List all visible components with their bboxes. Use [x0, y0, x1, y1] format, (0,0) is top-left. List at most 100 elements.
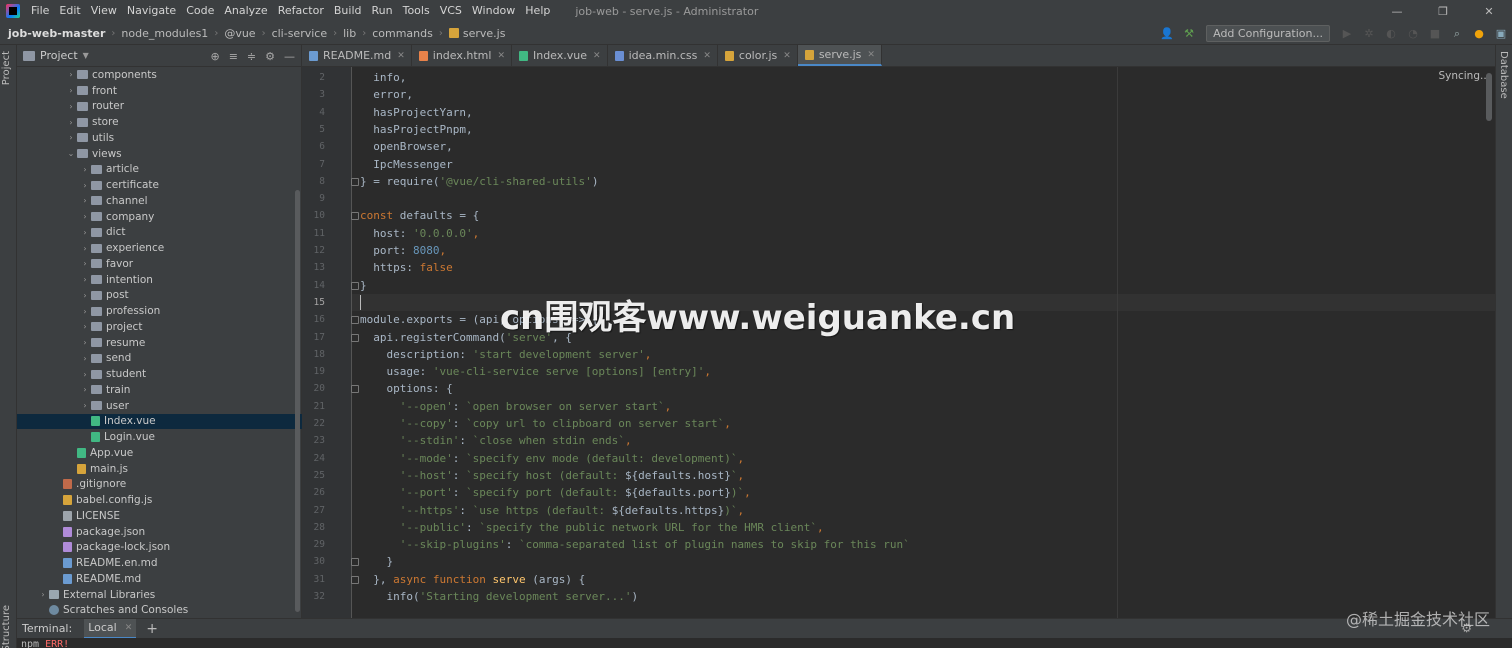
tree-file-item[interactable]: App.vue — [17, 445, 302, 461]
fold-marker-icon[interactable] — [351, 558, 359, 567]
editor-scrollbar[interactable] — [1486, 73, 1492, 121]
breadcrumb-item[interactable]: cli-service — [268, 27, 332, 40]
minimize-button[interactable]: — — [1374, 0, 1420, 22]
fold-marker-icon[interactable] — [351, 212, 359, 221]
terminal-output[interactable]: npm ERR! — [17, 638, 1512, 648]
tree-file-item[interactable]: package-lock.json — [17, 540, 302, 556]
collapse-all-icon[interactable]: ≑ — [247, 50, 256, 63]
chevron-right-icon[interactable]: › — [65, 86, 77, 95]
chevron-right-icon[interactable]: › — [79, 165, 91, 174]
chevron-right-icon[interactable]: › — [79, 212, 91, 221]
tree-folder-item[interactable]: › channel — [17, 193, 302, 209]
tree-folder-item[interactable]: › front — [17, 83, 302, 99]
editor-tab[interactable]: index.html ✕ — [412, 45, 512, 66]
menu-file[interactable]: File — [26, 0, 54, 22]
code-area[interactable]: 2 3 4 5 6 7 8 9 10 11 12 13 14 15 16 17 18 19 20 21 22 23 24 25… — [302, 67, 1495, 618]
update-icon[interactable]: ● — [1470, 25, 1488, 43]
tree-file-item[interactable]: LICENSE — [17, 508, 302, 524]
chevron-right-icon[interactable]: › — [79, 275, 91, 284]
menu-help[interactable]: Help — [520, 0, 555, 22]
tree-file-item[interactable]: package.json — [17, 524, 302, 540]
chevron-right-icon[interactable]: › — [79, 259, 91, 268]
tree-folder-item[interactable]: › store — [17, 114, 302, 130]
hide-icon[interactable]: — — [284, 50, 295, 63]
chevron-right-icon[interactable]: › — [79, 322, 91, 331]
code-lines[interactable]: info, error, hasProjectYarn, hasProjectP… — [360, 67, 1460, 618]
chevron-right-icon[interactable]: › — [65, 70, 77, 79]
fold-marker-icon[interactable] — [351, 333, 359, 342]
chevron-down-icon[interactable]: ▼ — [83, 51, 89, 60]
chevron-right-icon[interactable]: › — [65, 118, 77, 127]
terminal-tab-local[interactable]: Local ✕ — [84, 618, 137, 639]
chevron-down-icon[interactable]: ⌄ — [65, 149, 77, 158]
close-icon[interactable]: ✕ — [497, 51, 505, 61]
breadcrumb-item[interactable]: lib — [339, 27, 360, 40]
build-hammer-icon[interactable]: ⚒ — [1180, 25, 1198, 43]
tree-folder-item[interactable]: › user — [17, 398, 302, 414]
chevron-right-icon[interactable]: › — [65, 133, 77, 142]
editor-tab[interactable]: idea.min.css ✕ — [608, 45, 718, 66]
ide-logo-icon[interactable]: ▣ — [1492, 25, 1510, 43]
chevron-right-icon[interactable]: › — [79, 228, 91, 237]
menu-build[interactable]: Build — [329, 0, 367, 22]
run-icon[interactable]: ▶ — [1338, 25, 1356, 43]
menu-code[interactable]: Code — [181, 0, 219, 22]
tree-folder-item[interactable]: ⌄ views — [17, 146, 302, 162]
breadcrumb-item[interactable]: node_modules1 — [117, 27, 212, 40]
close-icon[interactable]: ✕ — [703, 51, 711, 61]
tree-file-item[interactable]: README.md — [17, 571, 302, 587]
chevron-right-icon[interactable]: › — [65, 102, 77, 111]
tree-folder-item[interactable]: › intention — [17, 272, 302, 288]
maximize-button[interactable]: ❐ — [1420, 0, 1466, 22]
close-window-button[interactable]: ✕ — [1466, 0, 1512, 22]
tree-folder-item[interactable]: › post — [17, 288, 302, 304]
editor-tab[interactable]: serve.js ✕ — [797, 45, 882, 66]
tree-folder-item[interactable]: › certificate — [17, 177, 302, 193]
menu-view[interactable]: View — [86, 0, 122, 22]
breadcrumb-item[interactable]: serve.js — [445, 27, 510, 40]
tree-file-item[interactable]: babel.config.js — [17, 492, 302, 508]
tree-folder-item[interactable]: › company — [17, 209, 302, 225]
menu-navigate[interactable]: Navigate — [122, 0, 181, 22]
breadcrumb-item[interactable]: @vue — [220, 27, 259, 40]
tree-folder-item[interactable]: › train — [17, 382, 302, 398]
menu-edit[interactable]: Edit — [54, 0, 85, 22]
tree-folder-item[interactable]: › send — [17, 351, 302, 367]
tree-file-item[interactable]: Scratches and Consoles — [17, 603, 302, 619]
chevron-right-icon[interactable]: › — [79, 244, 91, 253]
editor-tab[interactable]: README.md ✕ — [302, 45, 412, 66]
close-icon[interactable]: ✕ — [397, 51, 405, 61]
editor-tab[interactable]: Index.vue ✕ — [512, 45, 608, 66]
menu-refactor[interactable]: Refactor — [273, 0, 329, 22]
tree-folder-item[interactable]: › utils — [17, 130, 302, 146]
fold-marker-icon[interactable] — [351, 385, 359, 394]
tree-folder-item[interactable]: › student — [17, 366, 302, 382]
tree-file-item[interactable]: main.js — [17, 461, 302, 477]
tree-folder-item[interactable]: › components — [17, 67, 302, 83]
editor-tab[interactable]: color.js ✕ — [718, 45, 798, 66]
menu-run[interactable]: Run — [367, 0, 398, 22]
fold-marker-icon[interactable] — [351, 177, 359, 186]
breadcrumb-item[interactable]: commands — [368, 27, 437, 40]
tree-folder-item[interactable]: › dict — [17, 225, 302, 241]
close-icon[interactable]: ✕ — [867, 50, 875, 60]
new-terminal-button[interactable]: + — [146, 621, 158, 637]
gear-icon[interactable]: ⚙ — [265, 50, 275, 63]
chevron-right-icon[interactable]: › — [79, 181, 91, 190]
tree-folder-item[interactable]: › router — [17, 99, 302, 115]
menu-analyze[interactable]: Analyze — [219, 0, 272, 22]
expand-all-icon[interactable]: ≡ — [229, 50, 238, 63]
user-icon[interactable]: 👤 — [1158, 25, 1176, 43]
tree-folder-item[interactable]: › article — [17, 162, 302, 178]
coverage-icon[interactable]: ◐ — [1382, 25, 1400, 43]
tree-folder-item[interactable]: › experience — [17, 240, 302, 256]
chevron-right-icon[interactable]: › — [79, 385, 91, 394]
tree-folder-item[interactable]: › profession — [17, 303, 302, 319]
tree-file-item[interactable]: .gitignore — [17, 477, 302, 493]
chevron-right-icon[interactable]: › — [79, 354, 91, 363]
fold-marker-icon[interactable] — [351, 281, 359, 290]
project-view-selector[interactable]: Project — [40, 49, 78, 62]
stop-icon[interactable]: ■ — [1426, 25, 1444, 43]
close-icon[interactable]: ✕ — [783, 51, 791, 61]
structure-tool-tab[interactable]: Structure — [1, 605, 12, 648]
